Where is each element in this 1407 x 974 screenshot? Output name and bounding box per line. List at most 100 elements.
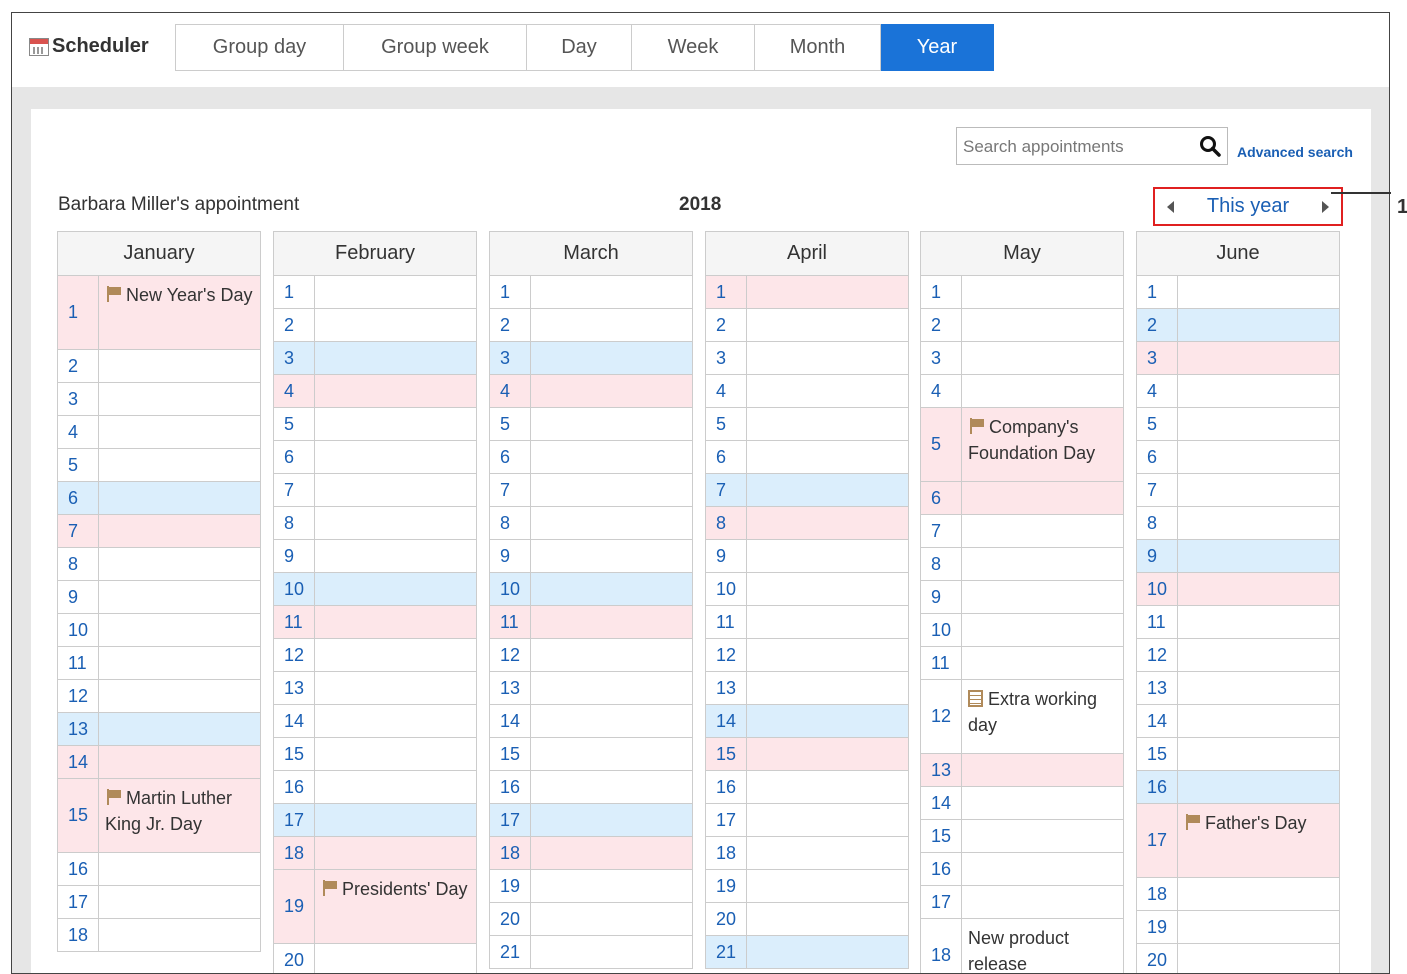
day-cell[interactable] bbox=[747, 507, 908, 539]
day-cell[interactable] bbox=[315, 540, 476, 572]
day-number-link[interactable]: 3 bbox=[58, 383, 99, 415]
day-number-link[interactable]: 9 bbox=[58, 581, 99, 613]
day-row[interactable]: 6 bbox=[705, 441, 909, 474]
day-cell[interactable]: Company's Foundation Day bbox=[962, 408, 1123, 481]
day-number-link[interactable]: 9 bbox=[274, 540, 315, 572]
day-row[interactable]: 12 bbox=[1136, 639, 1340, 672]
day-number-link[interactable]: 5 bbox=[921, 408, 962, 481]
day-number-link[interactable]: 10 bbox=[490, 573, 531, 605]
day-number-link[interactable]: 18 bbox=[921, 919, 962, 973]
day-number-link[interactable]: 18 bbox=[706, 837, 747, 869]
day-row[interactable]: 3 bbox=[705, 342, 909, 375]
day-number-link[interactable]: 12 bbox=[921, 680, 962, 753]
day-cell[interactable] bbox=[1178, 639, 1339, 671]
day-cell[interactable] bbox=[1178, 672, 1339, 704]
day-cell[interactable] bbox=[1178, 573, 1339, 605]
day-cell[interactable] bbox=[747, 342, 908, 374]
day-row[interactable]: 17 bbox=[705, 804, 909, 837]
day-number-link[interactable]: 4 bbox=[1137, 375, 1178, 407]
day-row[interactable]: 15 Martin Luther King Jr. Day bbox=[57, 779, 261, 853]
day-number-link[interactable]: 11 bbox=[490, 606, 531, 638]
day-number-link[interactable]: 7 bbox=[921, 515, 962, 547]
day-row[interactable]: 2 bbox=[705, 309, 909, 342]
day-row[interactable]: 16 bbox=[920, 853, 1124, 886]
day-row[interactable]: 9 bbox=[57, 581, 261, 614]
day-number-link[interactable]: 6 bbox=[274, 441, 315, 473]
day-number-link[interactable]: 12 bbox=[58, 680, 99, 712]
day-number-link[interactable]: 6 bbox=[921, 482, 962, 514]
day-number-link[interactable]: 3 bbox=[706, 342, 747, 374]
day-number-link[interactable]: 17 bbox=[274, 804, 315, 836]
day-number-link[interactable]: 5 bbox=[274, 408, 315, 440]
day-cell[interactable] bbox=[315, 738, 476, 770]
tab-group-day[interactable]: Group day bbox=[175, 24, 344, 71]
day-number-link[interactable]: 10 bbox=[274, 573, 315, 605]
day-cell[interactable] bbox=[747, 441, 908, 473]
day-number-link[interactable]: 11 bbox=[706, 606, 747, 638]
day-number-link[interactable]: 11 bbox=[58, 647, 99, 679]
day-number-link[interactable]: 1 bbox=[490, 276, 531, 308]
day-row[interactable]: 2 bbox=[1136, 309, 1340, 342]
day-cell[interactable] bbox=[1178, 944, 1339, 973]
day-cell[interactable] bbox=[1178, 771, 1339, 803]
day-row[interactable]: 10 bbox=[705, 573, 909, 606]
day-cell[interactable] bbox=[1178, 309, 1339, 341]
day-row[interactable]: 7 bbox=[1136, 474, 1340, 507]
day-row[interactable]: 16 bbox=[57, 853, 261, 886]
day-cell[interactable] bbox=[747, 606, 908, 638]
day-number-link[interactable]: 5 bbox=[706, 408, 747, 440]
day-cell[interactable] bbox=[315, 944, 476, 973]
day-number-link[interactable]: 10 bbox=[921, 614, 962, 646]
day-row[interactable]: 7 bbox=[57, 515, 261, 548]
day-cell[interactable] bbox=[747, 738, 908, 770]
day-row[interactable]: 11 bbox=[705, 606, 909, 639]
day-number-link[interactable]: 8 bbox=[58, 548, 99, 580]
this-year-link[interactable]: This year bbox=[1207, 195, 1289, 218]
day-number-link[interactable]: 12 bbox=[274, 639, 315, 671]
day-cell[interactable] bbox=[315, 342, 476, 374]
day-row[interactable]: 1 bbox=[920, 276, 1124, 309]
day-cell[interactable] bbox=[315, 705, 476, 737]
day-cell[interactable] bbox=[1178, 507, 1339, 539]
day-number-link[interactable]: 18 bbox=[1137, 878, 1178, 910]
day-cell[interactable] bbox=[1178, 342, 1339, 374]
day-number-link[interactable]: 14 bbox=[706, 705, 747, 737]
day-cell[interactable]: Extra working day bbox=[962, 680, 1123, 753]
day-number-link[interactable]: 1 bbox=[58, 276, 99, 349]
tab-group-week[interactable]: Group week bbox=[344, 24, 527, 71]
day-number-link[interactable]: 9 bbox=[921, 581, 962, 613]
day-cell[interactable] bbox=[962, 276, 1123, 308]
day-cell[interactable] bbox=[531, 441, 692, 473]
day-number-link[interactable]: 16 bbox=[274, 771, 315, 803]
day-number-link[interactable]: 8 bbox=[274, 507, 315, 539]
day-cell[interactable] bbox=[1178, 474, 1339, 506]
day-number-link[interactable]: 20 bbox=[490, 903, 531, 935]
day-cell[interactable] bbox=[747, 408, 908, 440]
day-number-link[interactable]: 12 bbox=[490, 639, 531, 671]
day-row[interactable]: 13 bbox=[489, 672, 693, 705]
day-cell[interactable] bbox=[315, 375, 476, 407]
day-number-link[interactable]: 15 bbox=[921, 820, 962, 852]
day-row[interactable]: 8 bbox=[489, 507, 693, 540]
day-row[interactable]: 3 bbox=[920, 342, 1124, 375]
next-year-icon[interactable] bbox=[1322, 200, 1329, 213]
day-cell[interactable] bbox=[315, 441, 476, 473]
day-number-link[interactable]: 21 bbox=[706, 936, 747, 968]
day-number-link[interactable]: 18 bbox=[490, 837, 531, 869]
day-number-link[interactable]: 5 bbox=[58, 449, 99, 481]
day-cell[interactable] bbox=[962, 581, 1123, 613]
day-number-link[interactable]: 16 bbox=[706, 771, 747, 803]
day-row[interactable]: 9 bbox=[920, 581, 1124, 614]
day-number-link[interactable]: 7 bbox=[1137, 474, 1178, 506]
day-cell[interactable] bbox=[531, 276, 692, 308]
day-row[interactable]: 18 New product release bbox=[920, 919, 1124, 973]
day-cell[interactable] bbox=[1178, 878, 1339, 910]
day-cell[interactable] bbox=[1178, 441, 1339, 473]
day-row[interactable]: 14 bbox=[920, 787, 1124, 820]
day-number-link[interactable]: 14 bbox=[490, 705, 531, 737]
day-number-link[interactable]: 2 bbox=[274, 309, 315, 341]
day-cell[interactable]: Presidents' Day bbox=[315, 870, 476, 943]
day-number-link[interactable]: 20 bbox=[274, 944, 315, 973]
day-row[interactable]: 13 bbox=[57, 713, 261, 746]
day-row[interactable]: 16 bbox=[1136, 771, 1340, 804]
